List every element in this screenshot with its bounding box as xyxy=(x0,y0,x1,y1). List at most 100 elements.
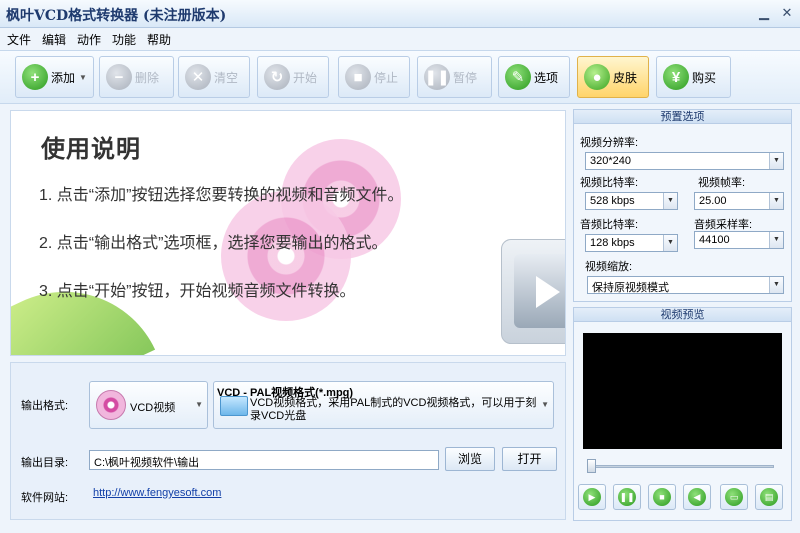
open-button[interactable]: 打开 xyxy=(502,447,557,471)
menu-action[interactable]: 动作 xyxy=(77,31,101,48)
options-label: 选项 xyxy=(534,70,559,85)
stop-icon: ■ xyxy=(653,488,671,506)
skin-label: 皮肤 xyxy=(613,70,638,85)
website-label: 软件网站: xyxy=(21,492,69,504)
usage-panel: 使用说明 1. 点击“添加”按钮选择您要转换的视频和音频文件。 2. 点击“输出… xyxy=(10,110,566,356)
scale-value: 保持原视频模式 xyxy=(592,282,669,294)
clear-button[interactable]: ✕ 清空 xyxy=(178,56,250,98)
delete-label: 删除 xyxy=(135,70,160,85)
samplerate-select[interactable]: 44100 ▼ xyxy=(694,231,784,249)
buy-button[interactable]: ¥ 购买 xyxy=(656,56,731,98)
seek-slider-thumb[interactable] xyxy=(587,459,596,473)
clear-icon: ✕ xyxy=(185,64,211,90)
delete-button[interactable]: − 删除 xyxy=(99,56,174,98)
folder-icon: ▤ xyxy=(760,488,778,506)
usage-step-1: 1. 点击“添加”按钮选择您要转换的视频和音频文件。 xyxy=(39,187,404,204)
pause-button[interactable]: ❚❚ 暂停 xyxy=(417,56,492,98)
volume-icon: ◀ xyxy=(688,488,706,506)
volume-button[interactable]: ◀ xyxy=(683,484,711,510)
title-bar: 枫叶VCD格式转换器 (未注册版本) ▁ ✕ xyxy=(0,0,800,28)
scale-label: 视频缩放: xyxy=(585,261,633,273)
refresh-icon: ↻ xyxy=(264,64,290,90)
audio-bitrate-label: 音频比特率: xyxy=(580,219,639,231)
dropdown-arrow-icon: ▼ xyxy=(195,400,203,409)
clear-label: 清空 xyxy=(214,70,239,85)
framerate-value: 25.00 xyxy=(699,195,727,207)
output-dir-label: 输出目录: xyxy=(21,457,69,469)
framerate-select[interactable]: 25.00 ▼ xyxy=(694,192,784,210)
dropdown-arrow-icon: ▼ xyxy=(769,193,783,209)
preset-panel: 预置选项 视频分辨率: 320*240 ▼ 视频比特率: 视频帧率: 528 k… xyxy=(573,109,792,302)
resolution-select[interactable]: 320*240 ▼ xyxy=(585,152,784,170)
samplerate-label: 音频采样率: xyxy=(694,219,753,231)
tools-icon: ✎ xyxy=(505,64,531,90)
framerate-label: 视频帧率: xyxy=(698,177,746,189)
window-title: 枫叶VCD格式转换器 (未注册版本) xyxy=(6,8,227,24)
website-link[interactable]: http://www.fengyesoft.com xyxy=(93,487,221,499)
player-decoration xyxy=(501,239,565,344)
leaf-decoration xyxy=(11,258,156,355)
start-label: 开始 xyxy=(293,70,318,85)
toolbar: + 添加 ▼ − 删除 ✕ 清空 ↻ 开始 ■ 停止 ❚❚ 暂停 ✎ 选项 ● … xyxy=(0,50,800,104)
snapshot-button[interactable]: ▭ xyxy=(720,484,748,510)
preset-title: 预置选项 xyxy=(574,110,791,124)
video-bitrate-select[interactable]: 528 kbps ▼ xyxy=(585,192,678,210)
stop-preview-button[interactable]: ■ xyxy=(648,484,676,510)
menu-file[interactable]: 文件 xyxy=(7,31,31,48)
browse-button[interactable]: 浏览 xyxy=(445,447,495,471)
seek-slider[interactable] xyxy=(587,465,774,468)
format-detail-select[interactable]: VCD - PAL视频格式(*.mpg) VCD视频格式，采用PAL制式的VCD… xyxy=(213,381,554,429)
usage-step-3: 3. 点击“开始”按钮，开始视频音频文件转换。 xyxy=(39,283,356,300)
add-label: 添加 xyxy=(51,70,76,85)
options-button[interactable]: ✎ 选项 xyxy=(498,56,570,98)
preview-panel: 视频预览 ▶ ❚❚ ■ ◀ ▭ ▤ xyxy=(573,307,792,521)
close-icon[interactable]: ✕ xyxy=(778,4,796,22)
play-button[interactable]: ▶ xyxy=(578,484,606,510)
skin-button[interactable]: ● 皮肤 xyxy=(577,56,649,98)
add-button[interactable]: + 添加 ▼ xyxy=(15,56,94,98)
pause-icon: ❚❚ xyxy=(618,488,636,506)
dropdown-arrow-icon[interactable]: ▼ xyxy=(79,73,87,82)
dropdown-arrow-icon: ▼ xyxy=(663,193,677,209)
cart-icon: ¥ xyxy=(663,64,689,90)
dropdown-arrow-icon: ▼ xyxy=(769,232,783,248)
menu-bar: 文件 编辑 动作 功能 帮助 xyxy=(0,28,800,48)
stop-label: 停止 xyxy=(374,70,399,85)
plus-icon: + xyxy=(22,64,48,90)
audio-bitrate-select[interactable]: 128 kbps ▼ xyxy=(585,234,678,252)
open-folder-button[interactable]: ▤ xyxy=(755,484,783,510)
pause-label: 暂停 xyxy=(453,70,478,85)
dropdown-arrow-icon: ▼ xyxy=(663,235,677,251)
menu-function[interactable]: 功能 xyxy=(112,31,136,48)
samplerate-value: 44100 xyxy=(699,234,730,246)
dropdown-arrow-icon: ▼ xyxy=(769,277,783,293)
video-bitrate-label: 视频比特率: xyxy=(580,177,639,189)
video-preview-screen xyxy=(583,333,782,449)
usage-step-2: 2. 点击“输出格式”选项框，选择您要输出的格式。 xyxy=(39,235,388,252)
screen-icon: ▭ xyxy=(725,488,743,506)
resolution-value: 320*240 xyxy=(590,155,631,167)
buy-label: 购买 xyxy=(692,70,717,85)
pause-icon: ❚❚ xyxy=(424,64,450,90)
audio-bitrate-value: 128 kbps xyxy=(590,237,635,249)
video-bitrate-value: 528 kbps xyxy=(590,195,635,207)
output-dir-field[interactable]: C:\枫叶视频软件\输出 xyxy=(89,450,439,470)
format-category-value: VCD视频 xyxy=(130,402,176,414)
minimize-icon[interactable]: ▁ xyxy=(755,4,773,22)
stop-button[interactable]: ■ 停止 xyxy=(338,56,410,98)
scale-select[interactable]: 保持原视频模式 ▼ xyxy=(587,276,784,294)
disc-decoration xyxy=(221,191,351,321)
menu-help[interactable]: 帮助 xyxy=(147,31,171,48)
preview-title: 视频预览 xyxy=(574,308,791,322)
format-description: VCD视频格式，采用PAL制式的VCD视频格式，可以用于刻录VCD光盘 xyxy=(250,397,537,422)
stop-icon: ■ xyxy=(345,64,371,90)
pause-preview-button[interactable]: ❚❚ xyxy=(613,484,641,510)
resolution-label: 视频分辨率: xyxy=(580,137,639,149)
output-panel: 输出格式: VCD视频 ▼ VCD - PAL视频格式(*.mpg) VCD视频… xyxy=(10,362,566,520)
menu-edit[interactable]: 编辑 xyxy=(42,31,66,48)
output-format-label: 输出格式: xyxy=(21,400,69,412)
start-button[interactable]: ↻ 开始 xyxy=(257,56,329,98)
dropdown-arrow-icon: ▼ xyxy=(541,400,549,409)
format-category-select[interactable]: VCD视频 ▼ xyxy=(89,381,208,429)
apple-icon: ● xyxy=(584,64,610,90)
